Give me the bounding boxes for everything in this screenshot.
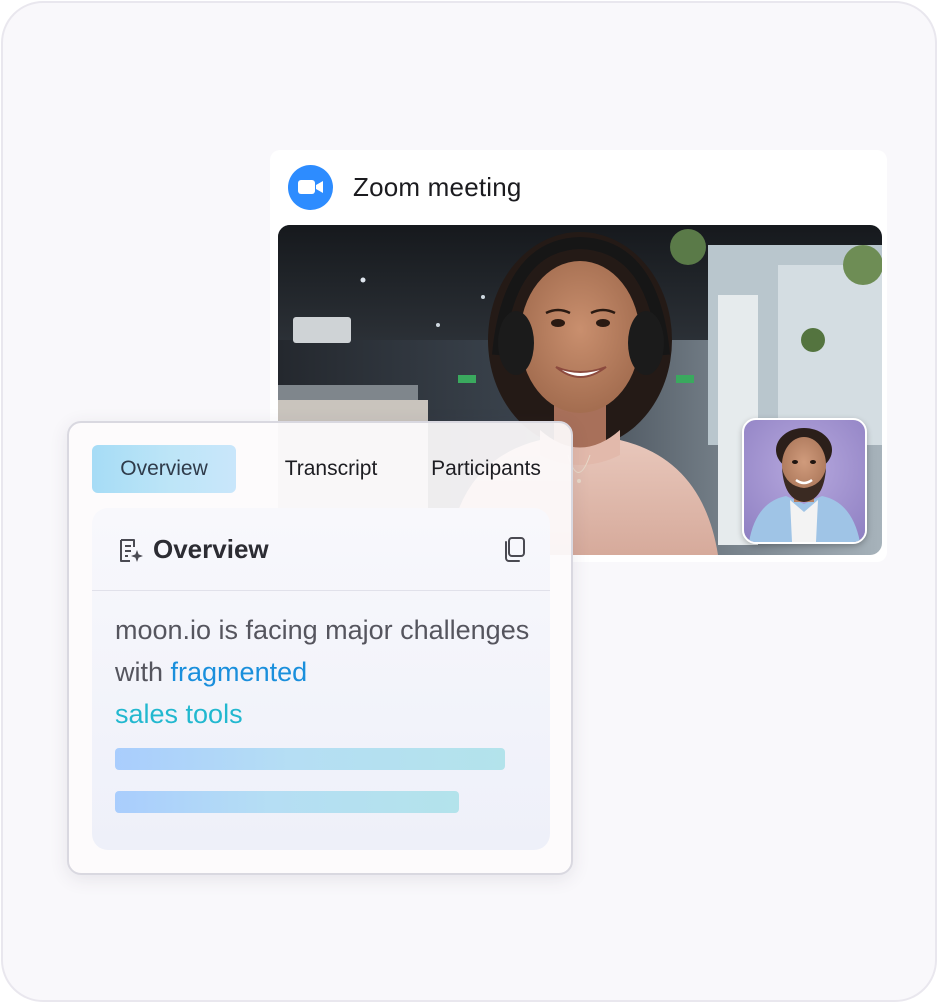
overview-title: Overview — [153, 534, 269, 564]
tab-overview[interactable]: Overview — [92, 445, 236, 493]
overview-card: Overview moon.io is facing major challen… — [92, 508, 550, 850]
overview-panel: Overview Transcript Participants Overvie… — [67, 421, 573, 875]
bearded-man-video[interactable] — [742, 418, 867, 544]
ai-document-icon — [118, 538, 144, 569]
overview-summary: moon.io is facing major challenges with … — [115, 609, 535, 735]
zoom-header: Zoom meeting — [288, 164, 522, 210]
copy-icon[interactable] — [502, 536, 526, 568]
tab-participants[interactable]: Participants — [419, 445, 553, 493]
placeholder-line-2 — [115, 791, 459, 813]
summary-highlight-sales-tools: sales tools — [115, 699, 243, 729]
placeholder-line-1 — [115, 748, 505, 770]
summary-highlight-fragmented: fragmented — [170, 657, 308, 687]
overview-card-header: Overview — [92, 508, 550, 591]
video-camera-icon — [288, 164, 333, 210]
tab-transcript[interactable]: Transcript — [269, 445, 393, 493]
meeting-title: Zoom meeting — [353, 171, 522, 202]
